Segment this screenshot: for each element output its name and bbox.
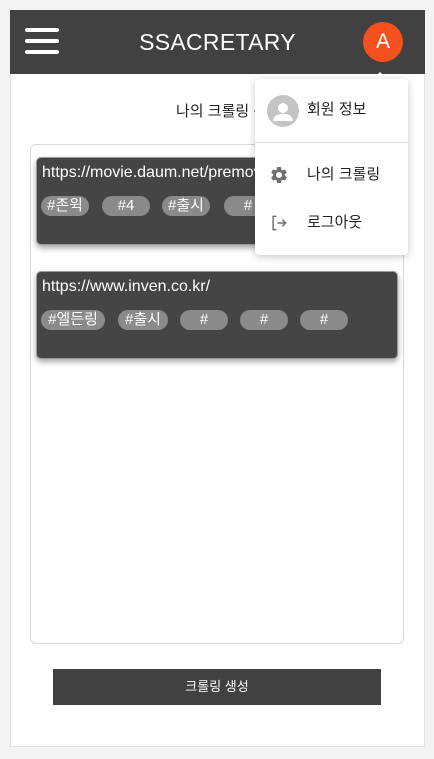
user-menu: 회원 정보 나의 크롤링 로그아웃 bbox=[255, 79, 408, 255]
logout-icon bbox=[269, 213, 289, 233]
menu-item-my-crawls[interactable]: 나의 크롤링 bbox=[255, 153, 408, 197]
menu-item-logout[interactable]: 로그아웃 bbox=[255, 201, 408, 245]
menu-icon[interactable] bbox=[25, 26, 59, 56]
keyword-tag[interactable]: #출시 bbox=[118, 310, 168, 330]
gear-icon bbox=[269, 165, 289, 185]
menu-item-label: 나의 크롤링 bbox=[307, 166, 381, 183]
create-crawl-button[interactable]: 크롤링 생성 bbox=[53, 669, 381, 705]
keyword-tag[interactable]: #4 bbox=[102, 196, 150, 216]
keyword-tag[interactable]: # bbox=[300, 310, 348, 330]
keyword-tag[interactable]: #존윅 bbox=[41, 196, 89, 216]
account-icon bbox=[267, 95, 299, 127]
menu-divider bbox=[255, 142, 408, 143]
menu-item-label: 회원 정보 bbox=[307, 101, 367, 118]
keyword-tag[interactable]: #엘든링 bbox=[41, 310, 105, 330]
crawl-card[interactable]: https://www.inven.co.kr/ #엘든링 #출시 # # # bbox=[36, 271, 398, 359]
keyword-tag[interactable]: # bbox=[180, 310, 228, 330]
crawl-url: https://www.inven.co.kr/ bbox=[42, 278, 211, 295]
keyword-tag[interactable]: # bbox=[240, 310, 288, 330]
user-avatar[interactable]: A bbox=[363, 22, 403, 62]
menu-item-label: 로그아웃 bbox=[307, 214, 363, 231]
keyword-tag[interactable]: #출시 bbox=[162, 196, 210, 216]
menu-item-profile[interactable]: 회원 정보 bbox=[255, 88, 408, 132]
app-bar: SSACRETARY A bbox=[10, 10, 425, 74]
